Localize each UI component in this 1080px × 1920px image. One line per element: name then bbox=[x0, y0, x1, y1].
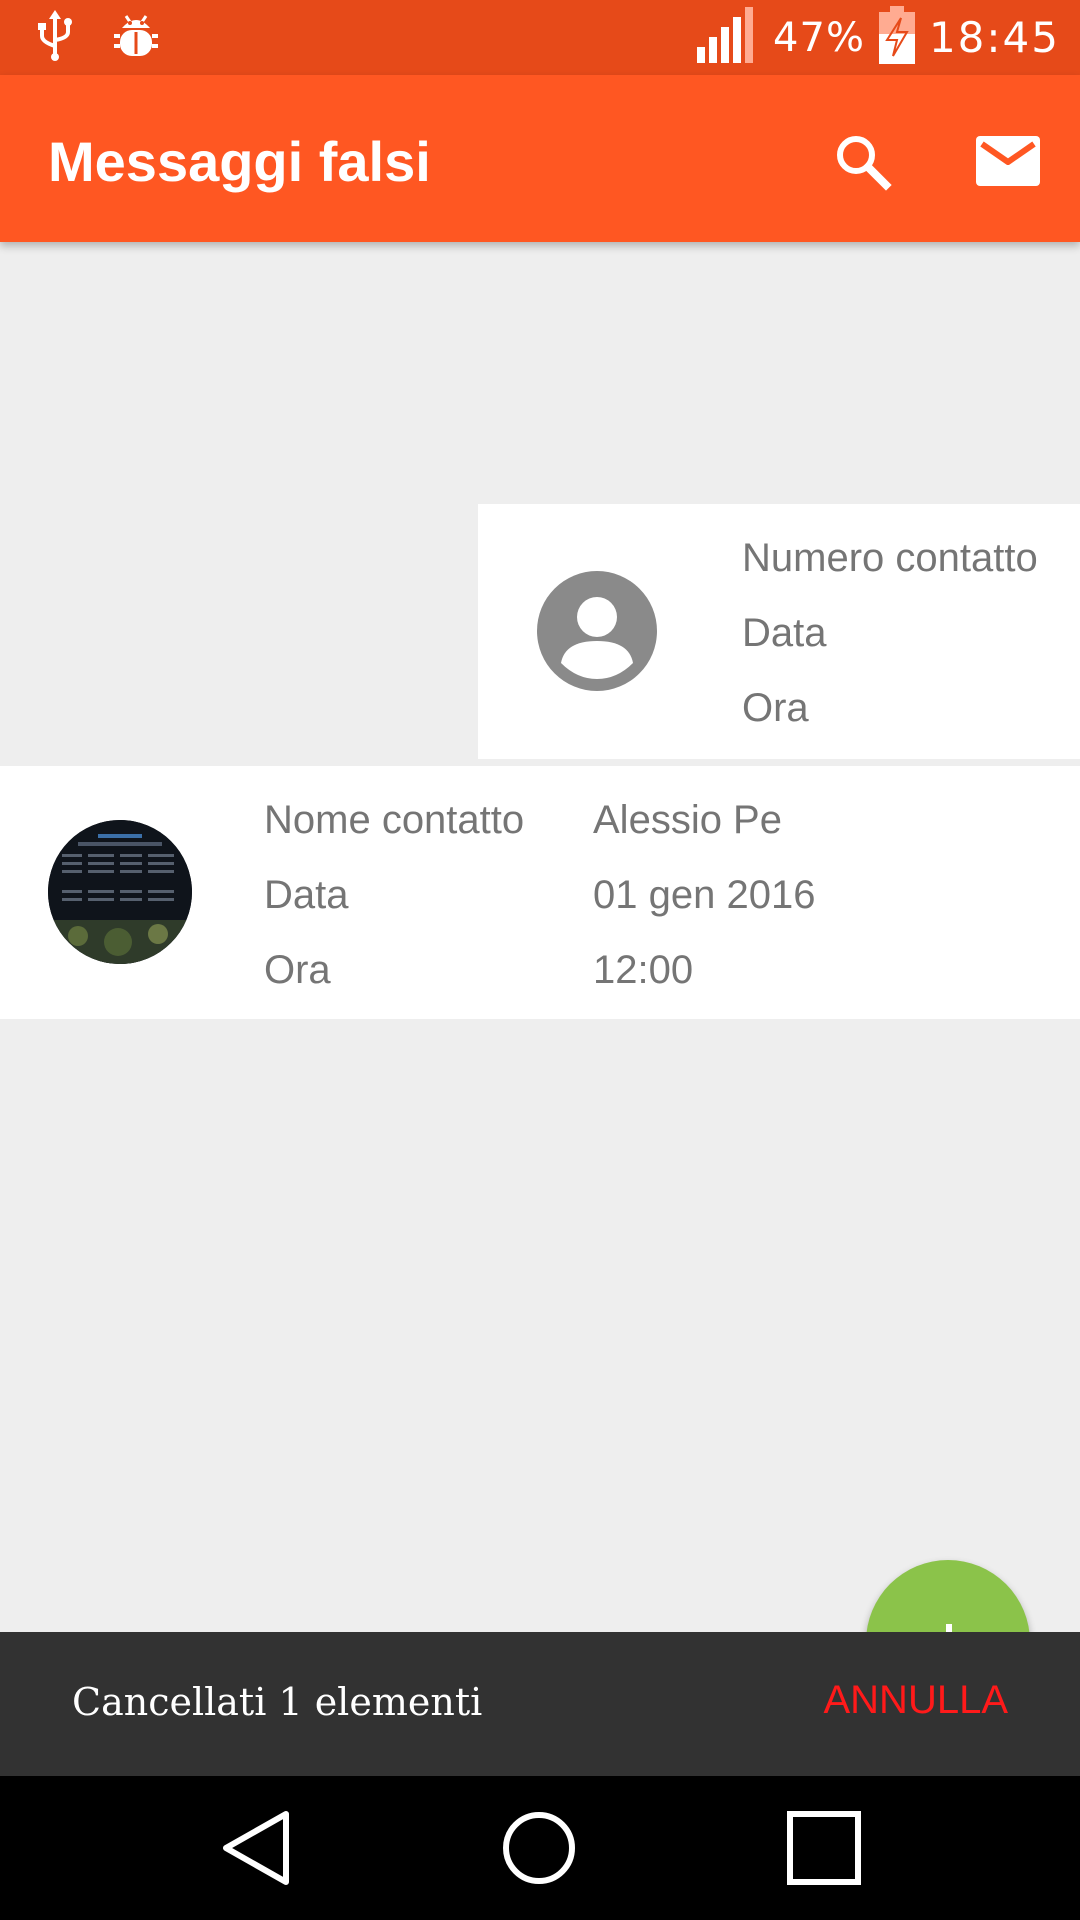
recents-icon bbox=[787, 1811, 861, 1885]
card-label-date: Data bbox=[264, 873, 349, 917]
app-title: Messaggi falsi bbox=[48, 130, 431, 193]
message-card-swiping[interactable]: Numero contatto Data Ora bbox=[478, 504, 1080, 759]
search-icon bbox=[837, 136, 892, 191]
search-button[interactable] bbox=[824, 123, 900, 199]
battery-charging-icon bbox=[878, 6, 915, 69]
status-bar: 47% 18:45 bbox=[0, 0, 1080, 75]
back-icon bbox=[223, 1811, 289, 1885]
default-person-icon bbox=[537, 571, 657, 691]
usb-icon bbox=[38, 9, 72, 67]
message-card[interactable]: Nome contatto Data Ora Alessio Pe 01 gen… bbox=[0, 766, 1080, 1019]
compose-mail-button[interactable] bbox=[970, 123, 1046, 199]
card-label-time: Ora bbox=[742, 686, 809, 730]
home-button[interactable] bbox=[489, 1798, 589, 1898]
mail-icon bbox=[976, 136, 1040, 186]
recents-button[interactable] bbox=[774, 1798, 874, 1898]
card-label-number: Numero contatto bbox=[742, 536, 1038, 580]
signal-icon bbox=[697, 7, 759, 68]
card-label-name: Nome contatto bbox=[264, 798, 525, 842]
navigation-bar bbox=[0, 1776, 1080, 1920]
card-label-time: Ora bbox=[264, 948, 331, 992]
card-value-time: 12:00 bbox=[593, 948, 694, 992]
snackbar: Cancellati 1 elementi ANNULLA bbox=[0, 1632, 1080, 1776]
debug-bug-icon bbox=[112, 10, 160, 67]
status-time: 18:45 bbox=[928, 13, 1060, 62]
home-icon bbox=[503, 1812, 575, 1884]
card-value-date: 01 gen 2016 bbox=[593, 873, 816, 917]
card-label-date: Data bbox=[742, 611, 827, 655]
back-button[interactable] bbox=[206, 1798, 306, 1898]
snackbar-message: Cancellati 1 elementi bbox=[72, 1680, 483, 1724]
screen: 47% 18:45 Messaggi falsi Numero contatto… bbox=[0, 0, 1080, 1920]
contact-photo bbox=[48, 820, 192, 964]
app-bar: Messaggi falsi bbox=[0, 75, 1080, 242]
card-value-name: Alessio Pe bbox=[593, 798, 782, 842]
battery-percent: 47% bbox=[773, 14, 865, 61]
undo-button[interactable]: ANNULLA bbox=[823, 1678, 1008, 1723]
